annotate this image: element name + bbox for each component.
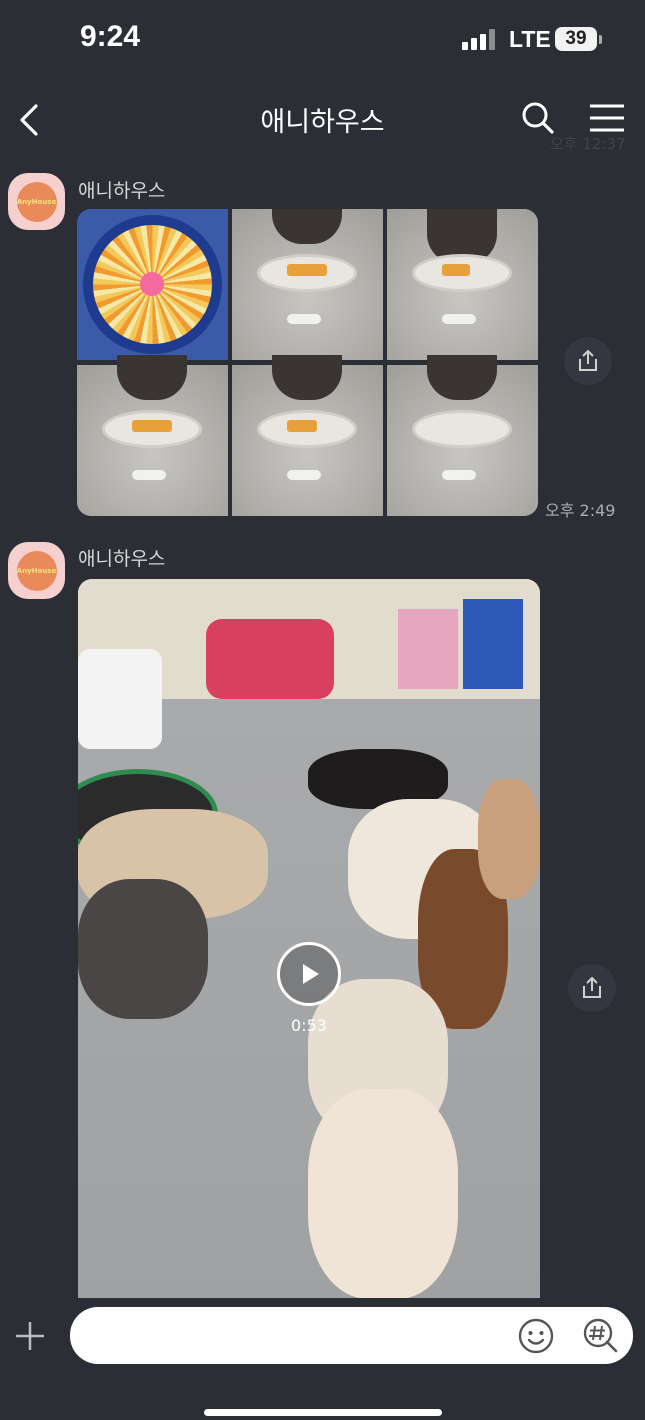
photo-thumbnail[interactable] <box>232 209 383 360</box>
menu-icon[interactable] <box>588 102 626 134</box>
emoji-icon[interactable] <box>517 1317 555 1355</box>
photo-thumbnail[interactable] <box>232 355 383 516</box>
play-button[interactable] <box>277 942 341 1006</box>
hashtag-search-icon[interactable] <box>582 1317 620 1355</box>
message-time: 오후 2:49 <box>545 501 616 520</box>
message-input-bar <box>0 1298 645 1420</box>
photo-grid[interactable] <box>77 209 538 516</box>
avatar-logo: AnyHouse <box>16 181 57 222</box>
video-duration: 0:53 <box>291 1016 327 1035</box>
photo-thumbnail[interactable] <box>77 355 228 516</box>
plus-icon[interactable] <box>12 1318 48 1354</box>
avatar[interactable]: AnyHouse <box>8 173 65 230</box>
share-icon[interactable] <box>568 964 616 1012</box>
photo-thumbnail[interactable] <box>387 209 538 360</box>
avatar-logo: AnyHouse <box>16 550 57 591</box>
sender-name: 애니하우스 <box>78 180 166 202</box>
previous-message-time: 오후 12:37 <box>550 135 626 153</box>
battery-icon: 39 <box>555 27 597 51</box>
status-bar: 9:24 LTE 39 <box>0 0 645 80</box>
photo-thumbnail[interactable] <box>77 209 228 360</box>
chat-header: 애니하우스 <box>0 80 645 160</box>
home-indicator <box>204 1409 442 1416</box>
network-type: LTE <box>509 26 551 52</box>
signal-icon <box>462 28 496 50</box>
search-icon[interactable] <box>520 100 556 136</box>
avatar[interactable]: AnyHouse <box>8 542 65 599</box>
sender-name: 애니하우스 <box>78 548 166 570</box>
battery-tip <box>599 35 602 44</box>
video-message[interactable]: 0:53 <box>78 579 540 1299</box>
share-icon[interactable] <box>564 337 612 385</box>
status-time: 9:24 <box>80 20 141 53</box>
photo-thumbnail[interactable] <box>387 355 538 516</box>
